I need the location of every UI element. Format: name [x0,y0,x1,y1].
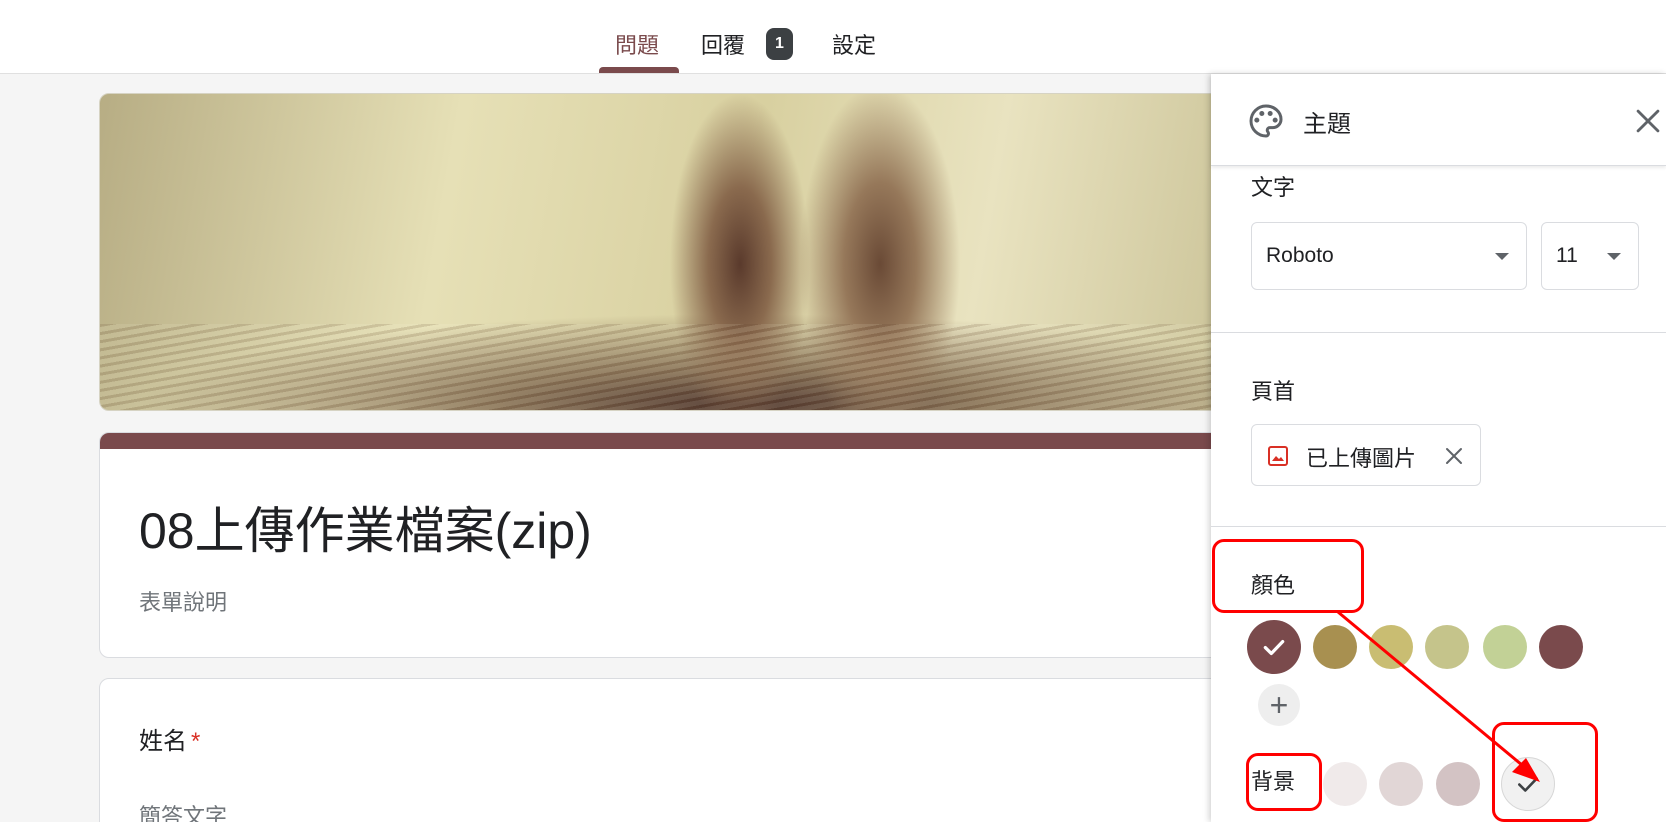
section-divider [1211,332,1666,333]
image-icon [1268,446,1288,466]
header-section-label: 頁首 [1251,379,1296,404]
book-pages-texture [100,324,1258,410]
close-icon[interactable] [1631,104,1665,138]
short-answer-placeholder: 簡答文字 [139,804,228,822]
theme-panel: 主題 文字 Roboto 11 頁首 已上傳圖片 顏色 + 背景 [1211,74,1666,822]
form-title-card[interactable]: 08上傳作業檔案(zip) 表單說明 [99,432,1259,658]
add-custom-color-button[interactable]: + [1258,684,1300,726]
font-family-value: Roboto [1266,244,1334,267]
top-nav-bar: 問題 回覆 1 設定 [0,0,1666,74]
annotation-box-color [1212,539,1364,613]
tab-questions[interactable]: 問題 [615,28,659,60]
color-swatch[interactable] [1369,625,1413,669]
uploaded-image-chip[interactable]: 已上傳圖片 [1251,424,1481,486]
font-size-value: 11 [1556,244,1578,267]
color-swatch-selected[interactable] [1247,620,1301,674]
form-header-image [99,93,1259,411]
color-swatch[interactable] [1483,625,1527,669]
tab-settings[interactable]: 設定 [832,28,876,60]
background-swatch[interactable] [1436,762,1480,806]
annotation-box-background [1246,753,1322,811]
active-tab-indicator [599,67,679,73]
form-description[interactable]: 表單說明 [139,585,227,617]
remove-image-icon[interactable] [1442,444,1466,468]
annotation-box-bg-selected [1492,722,1598,822]
color-swatch[interactable] [1539,625,1583,669]
title-card-accent-bar [100,433,1258,449]
background-swatch[interactable] [1379,762,1423,806]
dropdown-arrow-icon [1607,253,1621,260]
tab-responses[interactable]: 回覆 [701,28,745,60]
text-section-label: 文字 [1251,175,1296,200]
palette-icon [1249,104,1283,138]
color-swatch[interactable] [1313,625,1357,669]
required-asterisk: * [191,728,201,755]
theme-panel-header: 主題 [1211,74,1666,166]
question-title[interactable]: 姓名 * [139,721,200,756]
background-swatch[interactable] [1323,762,1367,806]
color-swatch[interactable] [1425,625,1469,669]
question-label: 姓名 [139,728,187,755]
responses-count-badge: 1 [766,28,793,60]
font-size-dropdown[interactable]: 11 [1541,222,1639,290]
checkmark-icon [1263,639,1285,656]
font-family-dropdown[interactable]: Roboto [1251,222,1527,290]
uploaded-image-label: 已上傳圖片 [1306,446,1417,471]
question-card[interactable]: 姓名 * 簡答文字 [99,678,1259,822]
section-divider [1211,526,1666,527]
form-title[interactable]: 08上傳作業檔案(zip) [139,491,592,563]
theme-panel-title: 主題 [1303,111,1351,138]
dropdown-arrow-icon [1495,253,1509,260]
